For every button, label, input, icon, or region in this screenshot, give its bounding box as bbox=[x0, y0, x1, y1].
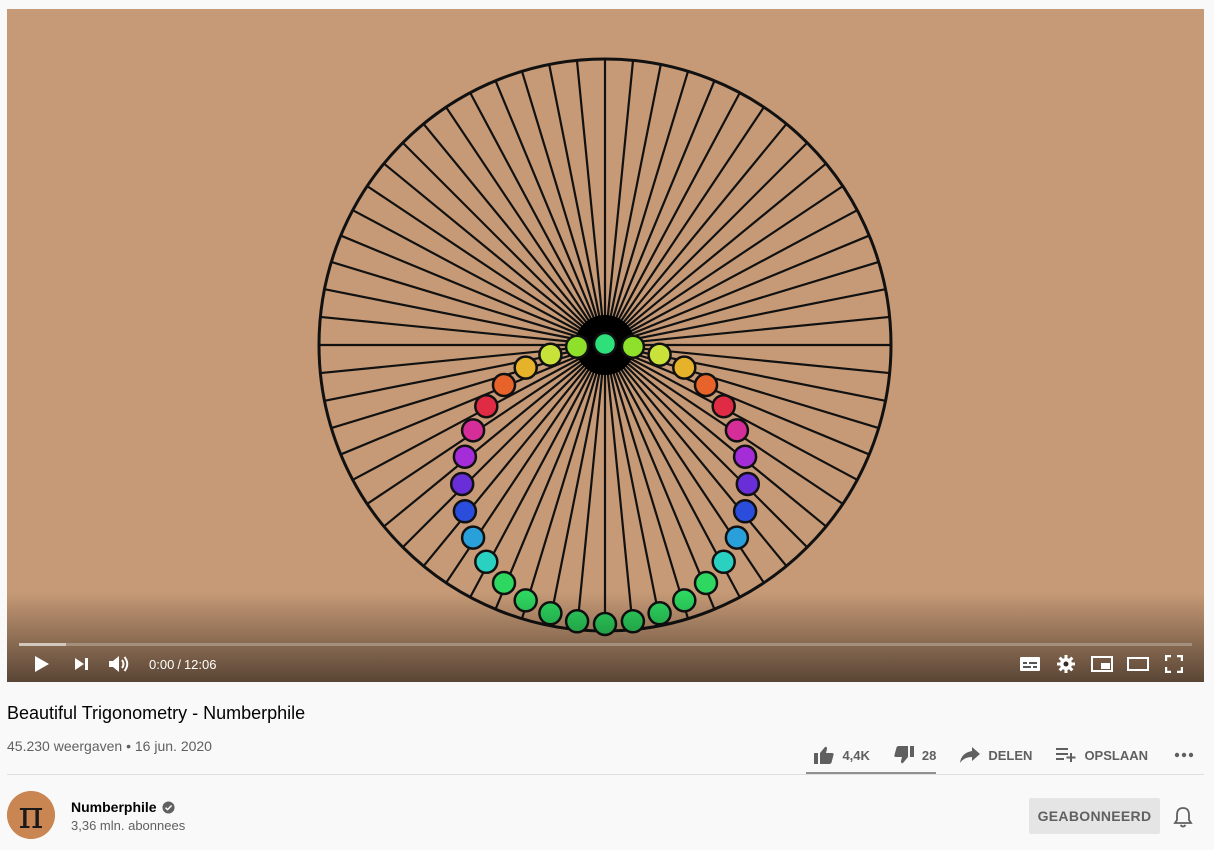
channel-name-row[interactable]: Numberphile bbox=[71, 799, 175, 815]
player-controls: 0:00/12:06 bbox=[7, 649, 1204, 679]
colored-ball bbox=[564, 334, 590, 359]
fullscreen-icon bbox=[1165, 655, 1183, 673]
dislike-count: 28 bbox=[921, 747, 937, 763]
colored-ball bbox=[693, 372, 719, 398]
buffered-bar bbox=[19, 643, 66, 646]
subtitles-icon bbox=[1020, 657, 1040, 671]
save-label: OPSLAAN bbox=[1084, 747, 1148, 763]
subscribe-button[interactable]: GEABONNEERD bbox=[1029, 798, 1160, 834]
colored-ball bbox=[724, 418, 750, 443]
channel-avatar[interactable]: π bbox=[7, 791, 55, 839]
theater-button[interactable] bbox=[1120, 649, 1156, 679]
time-display: 0:00/12:06 bbox=[149, 657, 216, 672]
stats-bullet: • bbox=[126, 738, 131, 754]
view-count: 45.230 weergaven bbox=[7, 738, 123, 754]
spoke-line bbox=[604, 344, 788, 567]
video-frame bbox=[317, 57, 893, 637]
dislike-icon bbox=[894, 746, 914, 764]
info-row: 45.230 weergaven • 16 jun. 2020 4,4K 28 … bbox=[7, 736, 1204, 774]
video-title: Beautiful Trigonometry - Numberphile bbox=[7, 703, 306, 723]
spoke-line bbox=[383, 162, 606, 346]
colored-ball bbox=[711, 393, 736, 419]
colored-ball bbox=[711, 549, 736, 575]
colored-ball bbox=[491, 372, 517, 398]
play-icon bbox=[35, 656, 49, 672]
time-separator: / bbox=[177, 656, 181, 672]
colored-ball bbox=[732, 444, 758, 469]
settings-button[interactable] bbox=[1048, 649, 1084, 679]
spoke-line bbox=[422, 123, 606, 346]
colored-ball bbox=[460, 418, 486, 443]
colored-ball bbox=[620, 334, 646, 359]
fullscreen-button[interactable] bbox=[1156, 649, 1192, 679]
colored-ball bbox=[460, 525, 486, 550]
share-button[interactable]: DELEN bbox=[960, 747, 1032, 763]
more-icon bbox=[1174, 752, 1194, 758]
play-button[interactable] bbox=[21, 649, 63, 679]
bell-icon bbox=[1173, 807, 1193, 828]
current-time: 0:00 bbox=[149, 656, 175, 672]
more-actions-button[interactable] bbox=[1174, 752, 1202, 758]
subscriber-count: 3,36 mln. abonnees bbox=[71, 818, 186, 833]
video-player[interactable]: 0:00/12:06 bbox=[7, 9, 1204, 682]
miniplayer-icon bbox=[1091, 656, 1113, 672]
next-icon bbox=[75, 658, 88, 670]
video-stats: 45.230 weergaven • 16 jun. 2020 bbox=[7, 738, 212, 754]
spoke-line bbox=[604, 162, 827, 346]
spoke-line bbox=[604, 123, 788, 346]
share-label: DELEN bbox=[988, 747, 1033, 763]
colored-ball bbox=[724, 525, 750, 550]
like-button[interactable]: 4,4K bbox=[814, 746, 870, 764]
spoke-line bbox=[422, 344, 606, 567]
colored-ball bbox=[474, 393, 499, 419]
colored-ball bbox=[592, 331, 618, 357]
colored-ball bbox=[474, 549, 499, 575]
volume-icon bbox=[109, 656, 129, 672]
like-count: 4,4K bbox=[842, 747, 870, 763]
colored-ball bbox=[693, 570, 719, 596]
colored-ball bbox=[452, 499, 478, 524]
next-button[interactable] bbox=[63, 649, 101, 679]
avatar-glyph: π bbox=[19, 793, 44, 837]
colored-ball bbox=[449, 471, 475, 497]
like-icon bbox=[814, 746, 835, 764]
colored-ball bbox=[672, 355, 697, 380]
action-bar: 4,4K 28 DELEN OPSLAAN bbox=[806, 736, 1204, 774]
colored-ball bbox=[538, 342, 563, 367]
progress-bar[interactable] bbox=[19, 643, 1192, 646]
save-playlist-icon bbox=[1056, 748, 1076, 762]
colored-ball bbox=[491, 570, 517, 596]
spoke-line bbox=[383, 344, 606, 528]
miniplayer-button[interactable] bbox=[1084, 649, 1120, 679]
right-controls bbox=[1012, 649, 1192, 679]
colored-ball bbox=[513, 355, 538, 380]
settings-icon bbox=[1057, 655, 1075, 673]
like-dislike-group: 4,4K 28 bbox=[806, 746, 937, 774]
spoke-line bbox=[604, 344, 827, 528]
upload-date: 16 jun. 2020 bbox=[134, 738, 212, 754]
save-button[interactable]: OPSLAAN bbox=[1056, 748, 1148, 763]
mute-button[interactable] bbox=[101, 649, 137, 679]
subtitles-button[interactable] bbox=[1012, 649, 1048, 679]
duration: 12:06 bbox=[183, 656, 217, 672]
colored-ball bbox=[647, 342, 672, 367]
section-divider bbox=[7, 774, 1204, 775]
theater-icon bbox=[1127, 657, 1149, 671]
colored-ball bbox=[452, 444, 478, 469]
colored-ball bbox=[735, 471, 761, 497]
verified-icon bbox=[162, 800, 175, 814]
colored-ball bbox=[732, 499, 758, 524]
notification-bell-button[interactable] bbox=[1173, 806, 1193, 833]
channel-name[interactable]: Numberphile bbox=[71, 799, 157, 815]
dislike-button[interactable]: 28 bbox=[894, 746, 936, 764]
share-icon bbox=[960, 747, 981, 763]
